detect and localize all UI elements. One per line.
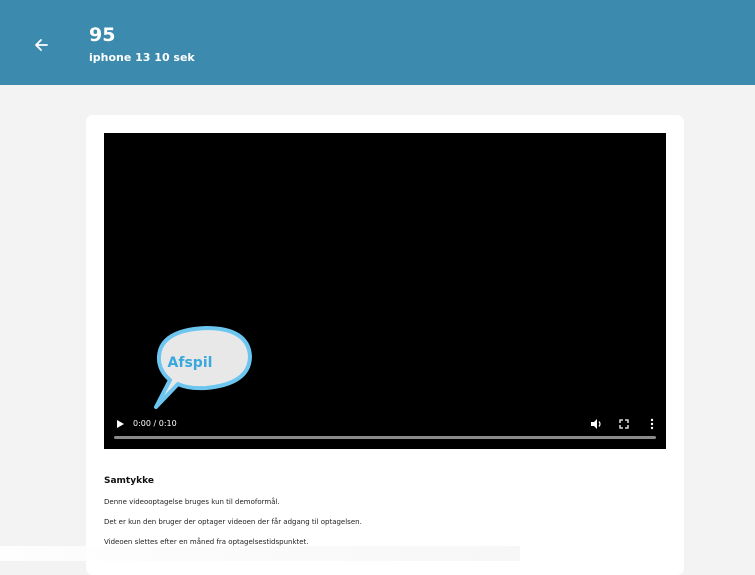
play-hint-label[interactable]: Afspil: [156, 355, 224, 371]
consent-line: Det er kun den bruger der optager videoe…: [104, 518, 362, 526]
page-title: 95: [89, 24, 116, 46]
time-display: 0:00 / 0:10: [133, 419, 177, 428]
content-card: Afspil 0:00 / 0:10 Samtykke Denne videoo…: [86, 115, 684, 575]
progress-bar[interactable]: [114, 436, 656, 439]
app-header: 95 iphone 13 10 sek: [0, 0, 755, 85]
play-icon[interactable]: [114, 418, 126, 430]
video-controls: 0:00 / 0:10: [104, 411, 666, 449]
bottom-overlay: [0, 546, 520, 561]
consent-title: Samtykke: [104, 476, 154, 486]
page-subtitle: iphone 13 10 sek: [89, 51, 195, 64]
back-button[interactable]: [28, 32, 54, 58]
volume-icon[interactable]: [589, 417, 603, 431]
fullscreen-icon[interactable]: [617, 417, 631, 431]
arrow-left-icon: [35, 39, 48, 51]
video-player[interactable]: Afspil 0:00 / 0:10: [104, 133, 666, 449]
more-vert-icon[interactable]: [647, 417, 657, 431]
consent-line: Videoen slettes efter en måned fra optag…: [104, 538, 309, 546]
consent-line: Denne videooptagelse bruges kun til demo…: [104, 498, 280, 506]
